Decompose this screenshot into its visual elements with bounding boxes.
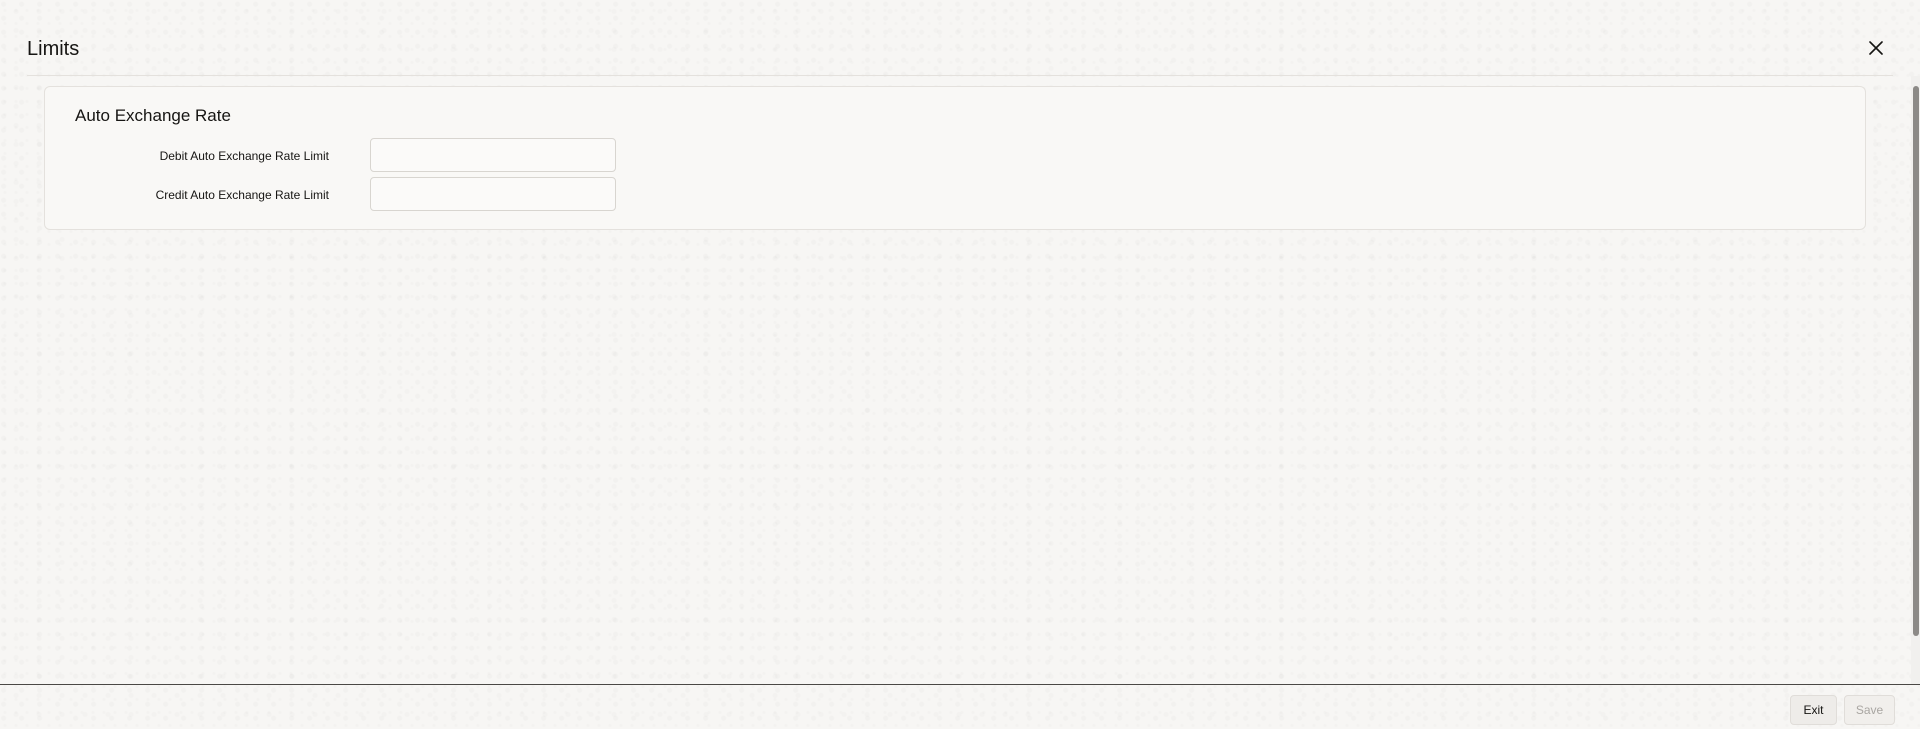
credit-auto-exchange-rate-limit-input[interactable] (370, 177, 616, 211)
dialog-title: Limits (27, 38, 80, 60)
dialog-header: Limits (0, 0, 1920, 76)
dialog-footer: Exit Save (0, 684, 1920, 729)
header-divider (27, 75, 1893, 76)
save-button[interactable]: Save (1844, 695, 1895, 725)
close-button[interactable] (1864, 36, 1888, 60)
scrollbar-thumb[interactable] (1913, 86, 1919, 636)
debit-auto-exchange-rate-limit-input[interactable] (370, 138, 616, 172)
debit-auto-exchange-rate-limit-label: Debit Auto Exchange Rate Limit (159, 149, 329, 163)
section-title: Auto Exchange Rate (75, 106, 231, 125)
exit-button[interactable]: Exit (1790, 695, 1837, 725)
credit-auto-exchange-rate-limit-label: Credit Auto Exchange Rate Limit (155, 188, 329, 202)
close-icon (1869, 41, 1883, 55)
auto-exchange-rate-section: Auto Exchange Rate Debit Auto Exchange R… (44, 86, 1866, 230)
